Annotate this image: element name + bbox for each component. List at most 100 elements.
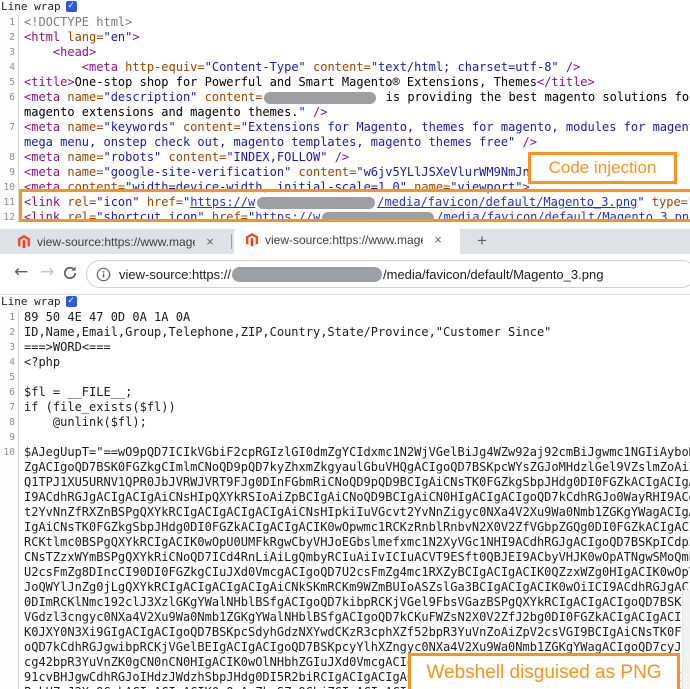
line-number: 3 <box>0 45 19 60</box>
magento-favicon-icon <box>18 234 30 248</box>
code-row: RCKtlmc0BSPgQXYkRCIgACIK0wOpU0UMFkRgwCby… <box>0 535 690 550</box>
line-number <box>0 655 19 670</box>
scrollbar[interactable] <box>682 590 690 689</box>
code-segment: "Extensions for Magento, themes for mage… <box>240 120 690 134</box>
line-number <box>0 105 19 120</box>
code-segment: "text/html; charset=utf-8" <box>370 60 559 74</box>
view-source-webshell-panel: FREEBUF Line wrap ✓ 189 50 4E 47 0D 0A 1… <box>0 295 690 689</box>
line-number: 2 <box>0 30 19 45</box>
code-row: K0JXY0N3Xi9GIgACIgACIgoQD7BSKpcSdyhGdzNX… <box>0 625 690 640</box>
tab-view-source-1[interactable]: view-source:https://www.magesc × <box>6 229 228 254</box>
line-wrap-checkbox[interactable]: ✓ <box>65 296 77 307</box>
code-row: 8 @unlink($fl); <box>0 415 690 430</box>
code-segment: "Content-Type" <box>204 60 306 74</box>
url-text: view-source:https:///media/favicon/defau… <box>119 266 604 282</box>
new-tab-button[interactable]: + <box>472 231 492 251</box>
code-segment: name= <box>60 150 104 164</box>
tab-close-icon[interactable]: × <box>430 232 446 248</box>
back-button[interactable]: ← <box>14 262 28 282</box>
tab-close-icon[interactable]: × <box>202 234 218 250</box>
line-number <box>0 490 19 505</box>
line-number <box>0 685 19 689</box>
code-row: 7 if (file_exists($fl)) <box>0 400 690 415</box>
code-text: magento extensions and magento themes." … <box>19 105 327 120</box>
code-segment: /> <box>305 105 328 119</box>
forward-button-disabled[interactable]: → <box>40 262 54 282</box>
tab-view-source-2-active[interactable]: view-source:https://www.mageso × <box>234 225 460 254</box>
code-row: I9ACdhRGJgACIgACIgAiCNsHIpQXYkRSIoAiZpBC… <box>0 490 690 505</box>
line-number: 6 <box>0 90 19 105</box>
line-number <box>0 460 19 475</box>
code-segment: <!DOCTYPE html> <box>24 15 133 29</box>
code-text: <head> <box>19 45 96 60</box>
code-text: U2csFmZg8DIncCI90DI0FGZkgCIuJXd0VmcgACIg… <box>24 565 690 579</box>
code-row: 9 <box>0 430 690 445</box>
code-segment: /> <box>558 60 581 74</box>
code-segment: name= <box>60 90 104 104</box>
line-number: 3 <box>0 340 19 355</box>
code-segment: "keywords" <box>103 120 176 134</box>
code-text: VGdzl3cngyc0NXa4V2Xu9Wa0Nmb1ZGKgYWalNHbl… <box>24 610 690 624</box>
line-number <box>0 475 19 490</box>
url-field[interactable]: view-source:https:///media/favicon/defau… <box>86 260 690 288</box>
line-number: 1 <box>0 310 19 325</box>
line-wrap-checkbox[interactable]: ✓ <box>65 1 77 12</box>
code-row: CNsTZzxWYmBSPgQXYkRiCNoQD7ICd4RnLiAiLgQm… <box>0 550 690 565</box>
line-number: 5 <box>0 370 19 385</box>
code-row: mega menu, onstep check out, magento tem… <box>0 135 690 150</box>
line-number <box>0 520 19 535</box>
code-row: 3 ===>WORD<=== <box>0 340 690 355</box>
code-segment: mega menu, onstep check out, magento tem… <box>24 135 516 149</box>
code-row: JoQWYlJnZg0jLgQXYkRCIgACIgACIgACIgAiCNkS… <box>0 580 690 595</box>
line-number <box>0 550 19 565</box>
code-text: Q1TPJ1XU5URNV1QPR0JbJVRWJVRT9FJg0DInFGbm… <box>24 475 690 489</box>
code-text: mega menu, onstep check out, magento tem… <box>19 135 537 150</box>
code-text: CNsTZzxWYmBSPgQXYkRiCNoQD7ICd4RnLiAiLgQm… <box>24 550 690 564</box>
line-number: 11 <box>0 195 19 210</box>
code-segment: "INDEX,FOLLOW" <box>226 150 328 164</box>
line-number: 10 <box>0 445 19 460</box>
line-number <box>0 610 19 625</box>
info-icon[interactable] <box>96 267 111 282</box>
code-segment: name= <box>60 120 104 134</box>
address-bar: ← → view-source:https:///media/favicon/d… <box>0 254 690 295</box>
code-text: 89 50 4E 47 0D 0A 1A 0A <box>24 310 191 324</box>
code-segment: lang= <box>60 30 104 44</box>
line-wrap-label: Line wrap <box>1 295 61 308</box>
code-segment: One-stop shop for Powerful and Smart Mag… <box>74 75 537 89</box>
line-number <box>0 670 19 685</box>
code-segment: "google-site-verification" <box>103 165 292 179</box>
line-number: 5 <box>0 75 19 90</box>
code-row: magento extensions and magento themes." … <box>0 105 690 120</box>
code-row: 5 <title>One-stop shop for Powerful and S… <box>0 75 690 90</box>
code-segment: /> <box>327 150 350 164</box>
line-number <box>0 640 19 655</box>
source-code-lines: 1 89 50 4E 47 0D 0A 1A 0A 2 ID,Name,Email,G… <box>0 310 690 689</box>
redaction-blob <box>264 91 377 104</box>
reload-icon[interactable] <box>62 265 78 281</box>
code-row: 6 <meta name="description" content= is pr… <box>0 90 690 105</box>
code-segment: <meta <box>24 120 61 134</box>
code-segment: > <box>132 30 140 44</box>
line-number: 4 <box>0 355 19 370</box>
url-redaction-blob <box>232 266 382 282</box>
line-number <box>0 135 19 150</box>
line-number <box>0 565 19 580</box>
code-segment: content= <box>161 150 227 164</box>
code-segment: /> <box>515 135 537 149</box>
code-segment: <meta <box>81 60 118 74</box>
code-row: 4 <?php <box>0 355 690 370</box>
code-segment: content= <box>197 90 263 104</box>
code-text: K0JXY0N3Xi9GIgACIgACIgoQD7BSKpcSdyhGdzNX… <box>24 625 690 639</box>
code-row: 5 <box>0 370 690 385</box>
view-source-html-panel: Line wrap ✓ 1 <!DOCTYPE html> 2 <html lang=… <box>0 0 690 222</box>
magento-favicon-icon <box>246 232 258 246</box>
code-row: t2YvNnZfRXZnBSPgQXYkRCIgACIgACIgACIgAiCN… <box>0 505 690 520</box>
code-row: 3 <head> <box>0 45 690 60</box>
code-segment: "description" <box>103 90 198 104</box>
code-text: JoQWYlJnZg0jLgQXYkRCIgACIgACIgACIgAiCNkS… <box>24 580 690 594</box>
code-row: VGdzl3cngyc0NXa4V2Xu9Wa0Nmb1ZGKgYWalNHbl… <box>0 610 690 625</box>
code-segment: <title> <box>24 75 75 89</box>
code-segment: is providing the best magento solutions … <box>378 90 690 104</box>
